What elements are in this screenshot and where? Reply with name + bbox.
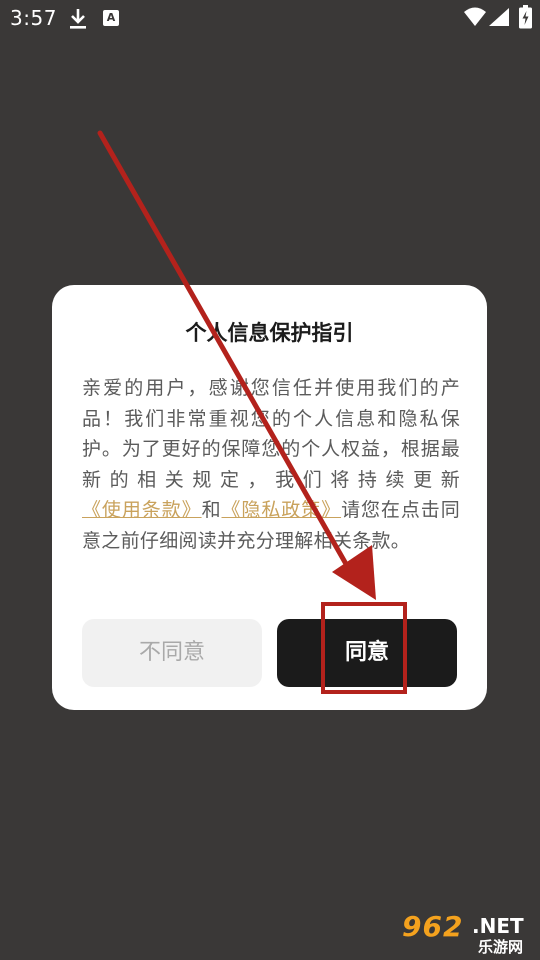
battery-charging-icon bbox=[519, 5, 532, 33]
download-icon bbox=[68, 8, 88, 34]
wifi-icon bbox=[463, 6, 487, 32]
terms-of-use-link[interactable]: 《使用条款》 bbox=[82, 499, 202, 521]
dialog-body: 亲爱的用户，感谢您信任并使用我们的产品！我们非常重视您的个人信息和隐私保护。为了… bbox=[82, 373, 460, 556]
status-time: 3:57 bbox=[10, 6, 57, 30]
watermark-sub: 乐游网 bbox=[478, 938, 524, 956]
signal-icon bbox=[487, 6, 511, 32]
watermark-main: 962 bbox=[402, 910, 464, 943]
body-conjunction: 和 bbox=[201, 499, 222, 521]
disagree-button[interactable]: 不同意 bbox=[82, 619, 262, 687]
watermark-logo: 962 .NET 乐游网 bbox=[400, 910, 534, 956]
agree-button[interactable]: 同意 bbox=[277, 619, 457, 687]
body-text-part1: 亲爱的用户，感谢您信任并使用我们的产品！我们非常重视您的个人信息和隐私保护。为了… bbox=[82, 377, 460, 491]
status-bar: 3:57 A bbox=[0, 0, 540, 36]
watermark-net: .NET bbox=[472, 914, 524, 938]
a-notification-icon: A bbox=[103, 10, 119, 26]
privacy-policy-link[interactable]: 《隐私政策》 bbox=[222, 499, 342, 521]
dialog-title: 个人信息保护指引 bbox=[185, 321, 354, 345]
privacy-dialog: 个人信息保护指引 亲爱的用户，感谢您信任并使用我们的产品！我们非常重视您的个人信… bbox=[52, 285, 487, 710]
